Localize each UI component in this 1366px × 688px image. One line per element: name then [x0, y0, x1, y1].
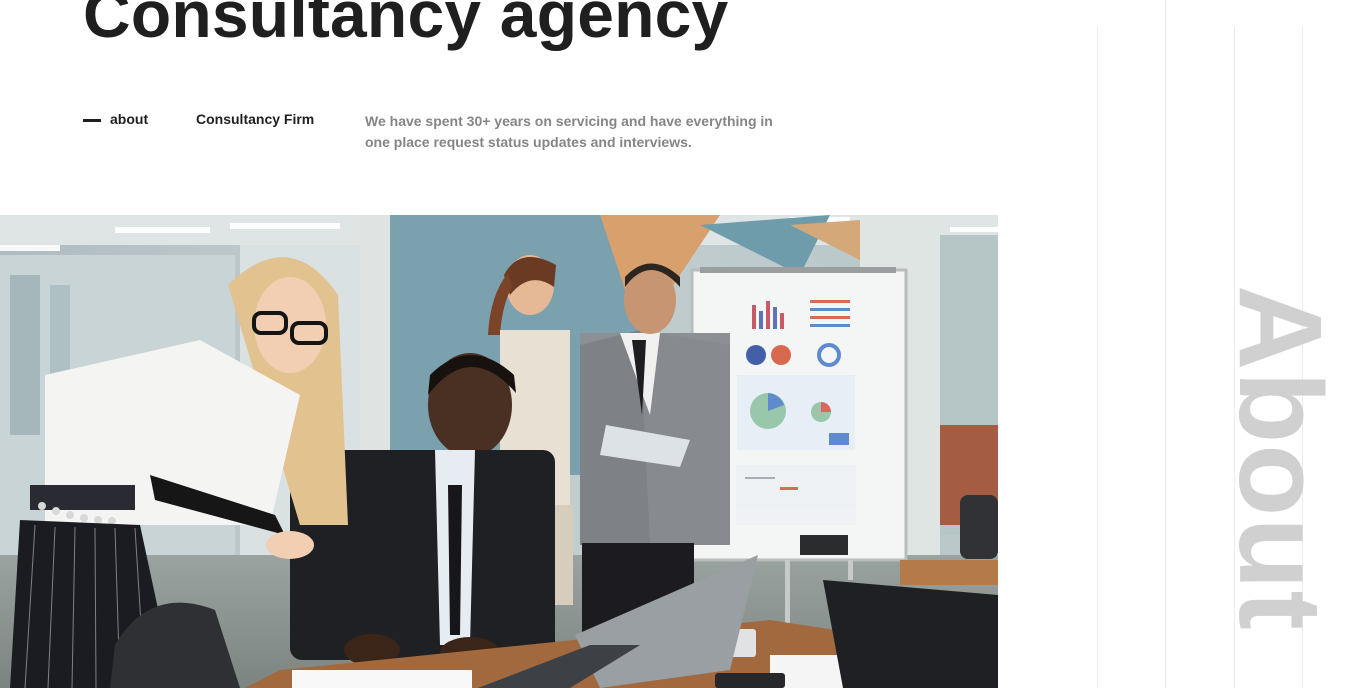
about-dash-divider — [83, 119, 101, 122]
guide-line — [1165, 0, 1166, 688]
about-row: about Consultancy Firm We have spent 30+… — [83, 110, 843, 154]
side-section-word: About — [1214, 285, 1346, 631]
firm-label: Consultancy Firm — [196, 111, 315, 127]
page-title: Consultancy agency — [83, 0, 729, 51]
about-label: about — [110, 111, 149, 127]
office-team-image — [0, 215, 998, 688]
about-description: We have spent 30+ years on servicing and… — [365, 113, 773, 150]
page: Consultancy agency about Consultancy Fir… — [0, 0, 1366, 688]
guide-line — [1097, 26, 1098, 688]
